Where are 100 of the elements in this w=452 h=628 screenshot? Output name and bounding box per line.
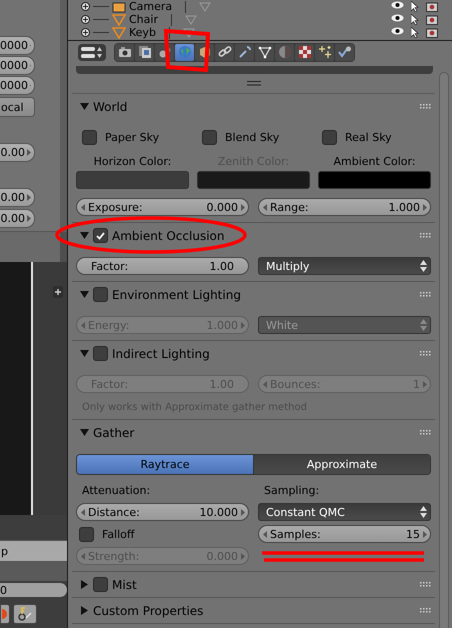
mesh-data-icon xyxy=(184,14,197,24)
panel-title[interactable]: Ambient Occlusion xyxy=(112,228,416,242)
number-field[interactable]: 0000 xyxy=(0,56,35,75)
group-label: Attenuation: xyxy=(81,484,152,499)
outliner-item[interactable]: Camera xyxy=(129,0,172,13)
toggle-button[interactable]: Approximate xyxy=(254,455,430,474)
checkbox[interactable] xyxy=(93,287,108,302)
plus-icon[interactable] xyxy=(53,286,63,298)
slider-field[interactable]: Factor: 1.00 xyxy=(76,257,249,275)
checkbox[interactable] xyxy=(202,130,217,144)
checkbox-label: Falloff xyxy=(102,528,134,540)
toggle-button[interactable]: ocal xyxy=(0,97,35,117)
property-tab[interactable] xyxy=(255,44,274,60)
disclosure-triangle-icon[interactable] xyxy=(80,231,89,240)
disclosure-triangle-icon[interactable] xyxy=(80,428,89,437)
panel-title[interactable]: Custom Properties xyxy=(93,604,416,618)
scrollbar-thumb[interactable] xyxy=(438,72,448,628)
property-tab[interactable] xyxy=(215,44,234,60)
disclosure-triangle-icon[interactable] xyxy=(80,102,89,111)
checkmark-ball-icon xyxy=(338,45,352,59)
property-tab[interactable] xyxy=(295,44,314,60)
expand-icon[interactable] xyxy=(81,2,90,11)
record-icon xyxy=(2,609,8,619)
increment-arrow-icon[interactable] xyxy=(423,530,427,538)
editor-type-button[interactable] xyxy=(78,44,106,60)
camera-icon xyxy=(118,45,132,59)
panel-title[interactable]: Gather xyxy=(93,426,416,440)
increment-arrow-icon[interactable] xyxy=(241,508,245,516)
checkbox[interactable] xyxy=(93,577,108,592)
increment-arrow-icon[interactable] xyxy=(423,204,427,210)
property-tab[interactable] xyxy=(235,44,254,60)
drag-handle-icon[interactable] xyxy=(420,582,431,587)
increment-arrow-icon[interactable] xyxy=(27,194,31,201)
drag-handle-icon[interactable] xyxy=(420,104,431,109)
cursor-icon[interactable] xyxy=(411,1,419,12)
number-field[interactable]: 0000 xyxy=(0,76,35,95)
cursor-icon[interactable] xyxy=(411,27,419,38)
increment-arrow-icon[interactable] xyxy=(27,149,31,156)
number-field[interactable]: 0.00 xyxy=(0,188,35,207)
resize-grip-icon[interactable] xyxy=(246,81,260,86)
number-field[interactable]: 0000 xyxy=(0,36,35,55)
number-field[interactable]: Exposure: 0.000 xyxy=(76,198,249,216)
eye-icon[interactable] xyxy=(391,1,404,9)
drag-handle-icon[interactable] xyxy=(420,430,431,435)
color-swatch[interactable] xyxy=(76,171,189,189)
camera-icon[interactable] xyxy=(426,14,438,25)
number-field[interactable]: Distance: 10.000 xyxy=(76,503,249,521)
property-tab[interactable] xyxy=(135,44,154,60)
viewport[interactable] xyxy=(0,262,33,515)
panel-title[interactable]: World xyxy=(93,100,416,114)
cursor-icon[interactable] xyxy=(411,14,419,25)
decrement-arrow-icon[interactable] xyxy=(263,530,267,538)
decrement-arrow-icon[interactable] xyxy=(81,508,85,516)
number-field[interactable]: 0.00 xyxy=(0,143,35,162)
drag-handle-icon[interactable] xyxy=(420,351,431,356)
checkbox[interactable] xyxy=(93,346,108,361)
drag-handle-icon[interactable] xyxy=(420,233,431,238)
outliner-item[interactable]: Keyb xyxy=(129,26,156,39)
property-tab[interactable] xyxy=(115,44,134,60)
drag-handle-icon[interactable] xyxy=(420,292,431,297)
color-label: Horizon Color: xyxy=(94,155,172,168)
dropdown-menu[interactable]: Multiply xyxy=(258,257,431,275)
panel-title[interactable]: Mist xyxy=(112,578,416,592)
number-field[interactable]: Range: 1.000 xyxy=(258,198,431,216)
mode-dropdown[interactable]: p xyxy=(0,540,67,562)
property-tab[interactable] xyxy=(315,44,334,60)
checkbox[interactable] xyxy=(93,228,108,243)
disclosure-triangle-icon[interactable] xyxy=(80,606,89,615)
decrement-arrow-icon[interactable] xyxy=(263,204,267,210)
camera-icon[interactable] xyxy=(426,1,438,12)
mesh-data-icon xyxy=(182,28,195,38)
decrement-arrow-icon[interactable] xyxy=(81,204,85,210)
checkbox[interactable] xyxy=(79,526,94,542)
toggle-button[interactable]: Raytrace xyxy=(77,455,254,474)
disclosure-triangle-icon[interactable] xyxy=(80,580,89,589)
increment-arrow-icon[interactable] xyxy=(27,215,31,222)
keying-button[interactable] xyxy=(13,604,37,624)
panel-title[interactable]: Environment Lighting xyxy=(112,288,416,302)
increment-arrow-icon[interactable] xyxy=(241,204,245,210)
property-tab[interactable] xyxy=(335,44,354,60)
color-label: Ambient Color: xyxy=(333,155,416,168)
number-field[interactable]: 0.00 xyxy=(0,209,35,228)
sphere-icon xyxy=(278,45,292,59)
disclosure-triangle-icon[interactable] xyxy=(80,349,89,358)
expand-icon[interactable] xyxy=(81,15,90,24)
expand-icon[interactable] xyxy=(81,28,90,37)
drag-handle-icon[interactable] xyxy=(420,608,431,613)
checkbox[interactable] xyxy=(322,130,337,144)
color-swatch[interactable] xyxy=(318,171,431,189)
eye-icon[interactable] xyxy=(391,27,404,35)
number-field[interactable]: Samples: 15 xyxy=(258,525,431,543)
record-button[interactable] xyxy=(0,604,10,624)
outliner-item[interactable]: Chair xyxy=(129,13,158,26)
disclosure-triangle-icon[interactable] xyxy=(80,290,89,299)
camera-icon[interactable] xyxy=(426,27,438,38)
eye-icon[interactable] xyxy=(391,14,404,22)
dropdown-menu[interactable]: Constant QMC xyxy=(258,503,431,521)
checkbox[interactable] xyxy=(82,130,97,144)
panel-title[interactable]: Indirect Lighting xyxy=(112,346,416,360)
frame-field[interactable]: 0 xyxy=(0,583,67,597)
